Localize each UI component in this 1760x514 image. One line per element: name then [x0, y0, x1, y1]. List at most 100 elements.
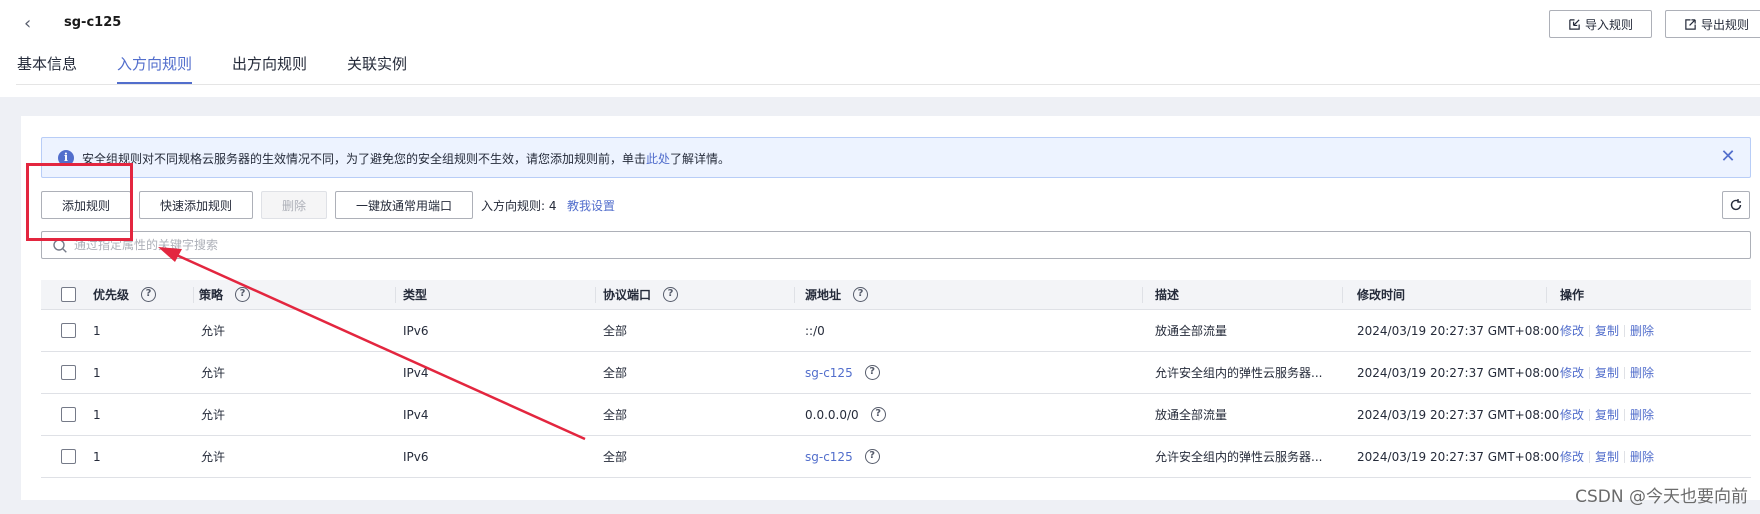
column-divider: [1342, 287, 1343, 303]
col-protocol-port: 协议端口?: [603, 280, 679, 309]
notice-text: 安全组规则对不同规格云服务器的生效情况不同，为了避免您的安全组规则不生效，请您添…: [82, 152, 731, 166]
source-value[interactable]: sg-c125: [805, 366, 853, 380]
source-value[interactable]: sg-c125: [805, 450, 853, 464]
import-icon: [1569, 18, 1580, 30]
tab-outbound-rules[interactable]: 出方向规则: [232, 52, 307, 84]
search-icon: [53, 239, 67, 253]
help-icon[interactable]: ?: [870, 407, 886, 422]
notice-link[interactable]: 此处: [646, 152, 670, 166]
delete-link[interactable]: 删除: [1630, 406, 1654, 423]
col-type: 类型: [403, 288, 428, 302]
row-checkbox[interactable]: [61, 323, 76, 338]
action-separator: [1589, 450, 1591, 463]
cell-type: IPv4: [403, 407, 429, 422]
cell-description: 放通全部流量: [1155, 324, 1228, 338]
cell-modified-time: 2024/03/19 20:27:37 GMT+08:00: [1357, 449, 1560, 464]
inbound-rule-count: 入方向规则: 4: [481, 199, 557, 213]
help-icon[interactable]: ?: [141, 287, 157, 302]
help-icon[interactable]: ?: [663, 287, 679, 302]
cell-actions: 修改 复制 删除: [1560, 352, 1654, 393]
cell-actions: 修改 复制 删除: [1560, 436, 1654, 477]
search-input[interactable]: [74, 235, 1734, 255]
copy-link[interactable]: 复制: [1595, 364, 1619, 381]
action-separator: [1589, 366, 1591, 379]
col-modified-time: 修改时间: [1357, 288, 1406, 302]
delete-link[interactable]: 删除: [1630, 322, 1654, 339]
help-icon[interactable]: ?: [864, 365, 880, 380]
cell-type: IPv6: [403, 323, 429, 338]
delete-button[interactable]: 删除: [261, 191, 327, 219]
cell-priority: 1: [93, 407, 101, 422]
watermark: CSDN @今天也要向前: [1575, 487, 1748, 507]
edit-link[interactable]: 修改: [1560, 364, 1584, 381]
column-divider: [1546, 287, 1547, 303]
tab-inbound-rules[interactable]: 入方向规则: [117, 52, 193, 84]
cell-policy: 允许: [201, 450, 226, 464]
copy-link[interactable]: 复制: [1595, 406, 1619, 423]
refresh-icon: [1730, 199, 1742, 211]
select-all-checkbox[interactable]: [61, 287, 76, 302]
cell-source: sg-c125?: [805, 436, 880, 477]
table-header: 优先级? 策略? 类型 协议端口? 源地址? 描述 修改时间 操作: [41, 280, 1751, 310]
tab-associated-instances[interactable]: 关联实例: [347, 52, 407, 84]
table-row: 1 允许 IPv4 全部 0.0.0.0/0? 放通全部流量 2024/03/19 20:2…: [41, 394, 1751, 436]
delete-link[interactable]: 删除: [1630, 448, 1654, 465]
page-title: sg-c125: [64, 15, 122, 30]
page-header: ‹ sg-c125 导入规则 导出规则 基本信息 入方向规则 出方向规则 关联实…: [0, 0, 1760, 97]
row-checkbox[interactable]: [61, 449, 76, 464]
edit-link[interactable]: 修改: [1560, 406, 1584, 423]
import-rules-button[interactable]: 导入规则: [1549, 10, 1652, 38]
help-icon[interactable]: ?: [853, 287, 869, 302]
cell-policy: 允许: [201, 324, 226, 338]
cell-modified-time: 2024/03/19 20:27:37 GMT+08:00: [1357, 323, 1560, 338]
action-separator: [1589, 324, 1591, 337]
cell-modified-time: 2024/03/19 20:27:37 GMT+08:00: [1357, 407, 1560, 422]
table-row: 1 允许 IPv6 全部::/0 放通全部流量 2024/03/19 20:27:37 G…: [41, 310, 1751, 352]
copy-link[interactable]: 复制: [1595, 322, 1619, 339]
cell-actions: 修改 复制 删除: [1560, 394, 1654, 435]
export-icon: [1685, 18, 1696, 30]
back-icon[interactable]: ‹: [24, 14, 40, 34]
add-rule-button[interactable]: 添加规则: [41, 191, 131, 219]
cell-policy: 允许: [201, 366, 226, 380]
delete-link[interactable]: 删除: [1630, 364, 1654, 381]
column-divider: [1142, 287, 1143, 303]
column-divider: [395, 287, 396, 303]
close-icon[interactable]: ✕: [1718, 147, 1738, 167]
help-icon[interactable]: ?: [864, 449, 880, 464]
copy-link[interactable]: 复制: [1595, 448, 1619, 465]
help-icon[interactable]: ?: [235, 287, 251, 302]
teach-me-link[interactable]: 教我设置: [567, 197, 615, 214]
cell-description: 允许安全组内的弹性云服务器...: [1155, 450, 1323, 464]
table-row: 1 允许 IPv6 全部 sg-c125? 允许安全组内的弹性云服务器... 2024/03…: [41, 436, 1751, 478]
cell-policy: 允许: [201, 408, 226, 422]
quick-add-rule-button[interactable]: 快速添加规则: [139, 191, 253, 219]
cell-description: 放通全部流量: [1155, 408, 1228, 422]
row-checkbox[interactable]: [61, 365, 76, 380]
export-rules-button[interactable]: 导出规则: [1665, 10, 1760, 38]
open-common-ports-button[interactable]: 一键放通常用端口: [335, 191, 473, 219]
column-divider: [595, 287, 596, 303]
col-priority: 优先级?: [93, 280, 157, 309]
column-divider: [794, 287, 795, 303]
col-description: 描述: [1155, 288, 1180, 302]
tab-bar: 基本信息 入方向规则 出方向规则 关联实例: [0, 52, 430, 84]
action-separator: [1624, 408, 1626, 421]
action-separator: [1624, 450, 1626, 463]
cell-priority: 1: [93, 365, 101, 380]
info-icon: i: [58, 150, 74, 166]
action-separator: [1624, 324, 1626, 337]
import-rules-label: 导入规则: [1584, 17, 1633, 32]
header-divider: [16, 84, 1760, 85]
tab-basic-info[interactable]: 基本信息: [17, 52, 77, 84]
cell-priority: 1: [93, 449, 101, 464]
info-notice: i 安全组规则对不同规格云服务器的生效情况不同，为了避免您的安全组规则不生效，请…: [41, 137, 1751, 178]
edit-link[interactable]: 修改: [1560, 448, 1584, 465]
edit-link[interactable]: 修改: [1560, 322, 1584, 339]
refresh-button[interactable]: [1722, 191, 1750, 219]
action-separator: [1589, 408, 1591, 421]
row-checkbox[interactable]: [61, 407, 76, 422]
search-box: [41, 231, 1751, 259]
cell-modified-time: 2024/03/19 20:27:37 GMT+08:00: [1357, 365, 1560, 380]
cell-source: sg-c125?: [805, 352, 880, 393]
